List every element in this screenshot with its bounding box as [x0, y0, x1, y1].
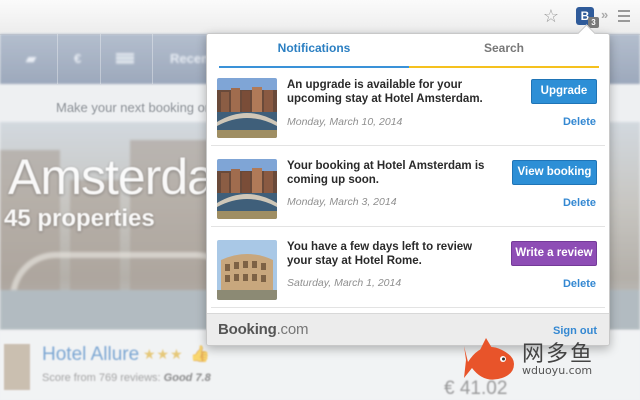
notification-date: Monday, March 10, 2014 [287, 116, 403, 128]
popup-tabs: Notifications Search [207, 34, 609, 69]
hotel-stars: ★★★ [143, 346, 184, 362]
notification-item: You have a few days left to review your … [211, 230, 605, 308]
nav-divider [57, 34, 58, 84]
booking-logo: Booking.com [218, 321, 309, 338]
bookmark-star-icon[interactable]: ☆ [541, 6, 561, 26]
recent-menu[interactable]: Recen [170, 51, 209, 66]
notification-message: Your booking at Hotel Amsterdam is comin… [287, 160, 485, 186]
nav-divider [152, 34, 153, 84]
hero-city-title: Amsterda [8, 149, 215, 205]
notification-date: Saturday, March 1, 2014 [287, 277, 402, 289]
notification-date: Monday, March 3, 2014 [287, 196, 397, 208]
hotel-score: Score from 769 reviews: Good 7.8 [42, 372, 211, 384]
fish-logo-icon [464, 338, 514, 380]
language-icon[interactable]: ▰ [26, 51, 36, 67]
extensions-overflow-icon[interactable]: » [601, 7, 608, 22]
delete-link[interactable]: Delete [563, 278, 596, 290]
site-tagline: Make your next booking on [56, 100, 213, 115]
watermark: 网多鱼 wduoyu.com [456, 330, 640, 400]
amsterdam-canal-photo [217, 78, 277, 138]
notification-item: An upgrade is available for your upcomin… [211, 68, 605, 146]
watermark-url: wduoyu.com [522, 364, 593, 377]
browser-menu-icon[interactable] [618, 7, 630, 24]
currency-selector[interactable]: € [74, 51, 81, 66]
thumbs-up-icon: 👍 [190, 346, 210, 363]
delete-link[interactable]: Delete [563, 197, 596, 209]
extension-badge: 3 [588, 17, 599, 28]
write-review-button[interactable]: Write a review [511, 241, 597, 266]
notification-message: An upgrade is available for your upcomin… [287, 79, 483, 105]
notification-item: Your booking at Hotel Amsterdam is comin… [211, 149, 605, 227]
hero-property-count: 45 properties [4, 205, 155, 232]
tab-search[interactable]: Search [409, 34, 599, 69]
delete-link[interactable]: Delete [563, 116, 596, 128]
view-booking-button[interactable]: View booking [512, 160, 597, 185]
tab-notifications[interactable]: Notifications [219, 34, 409, 69]
amsterdam-canal-photo [217, 159, 277, 219]
browser-toolbar: ☆ B 3 » [0, 0, 640, 35]
notification-list: An upgrade is available for your upcomin… [207, 68, 609, 312]
hotel-name-link[interactable]: Hotel Allure [42, 344, 139, 366]
colosseum-photo [217, 240, 277, 300]
nav-divider [100, 34, 101, 84]
upgrade-button[interactable]: Upgrade [531, 79, 597, 104]
us-flag-icon[interactable] [116, 53, 134, 64]
hotel-thumbnail[interactable] [4, 344, 30, 390]
notification-message: You have a few days left to review your … [287, 241, 473, 267]
extension-popup: Notifications Search An upgrade is avail… [206, 33, 610, 346]
